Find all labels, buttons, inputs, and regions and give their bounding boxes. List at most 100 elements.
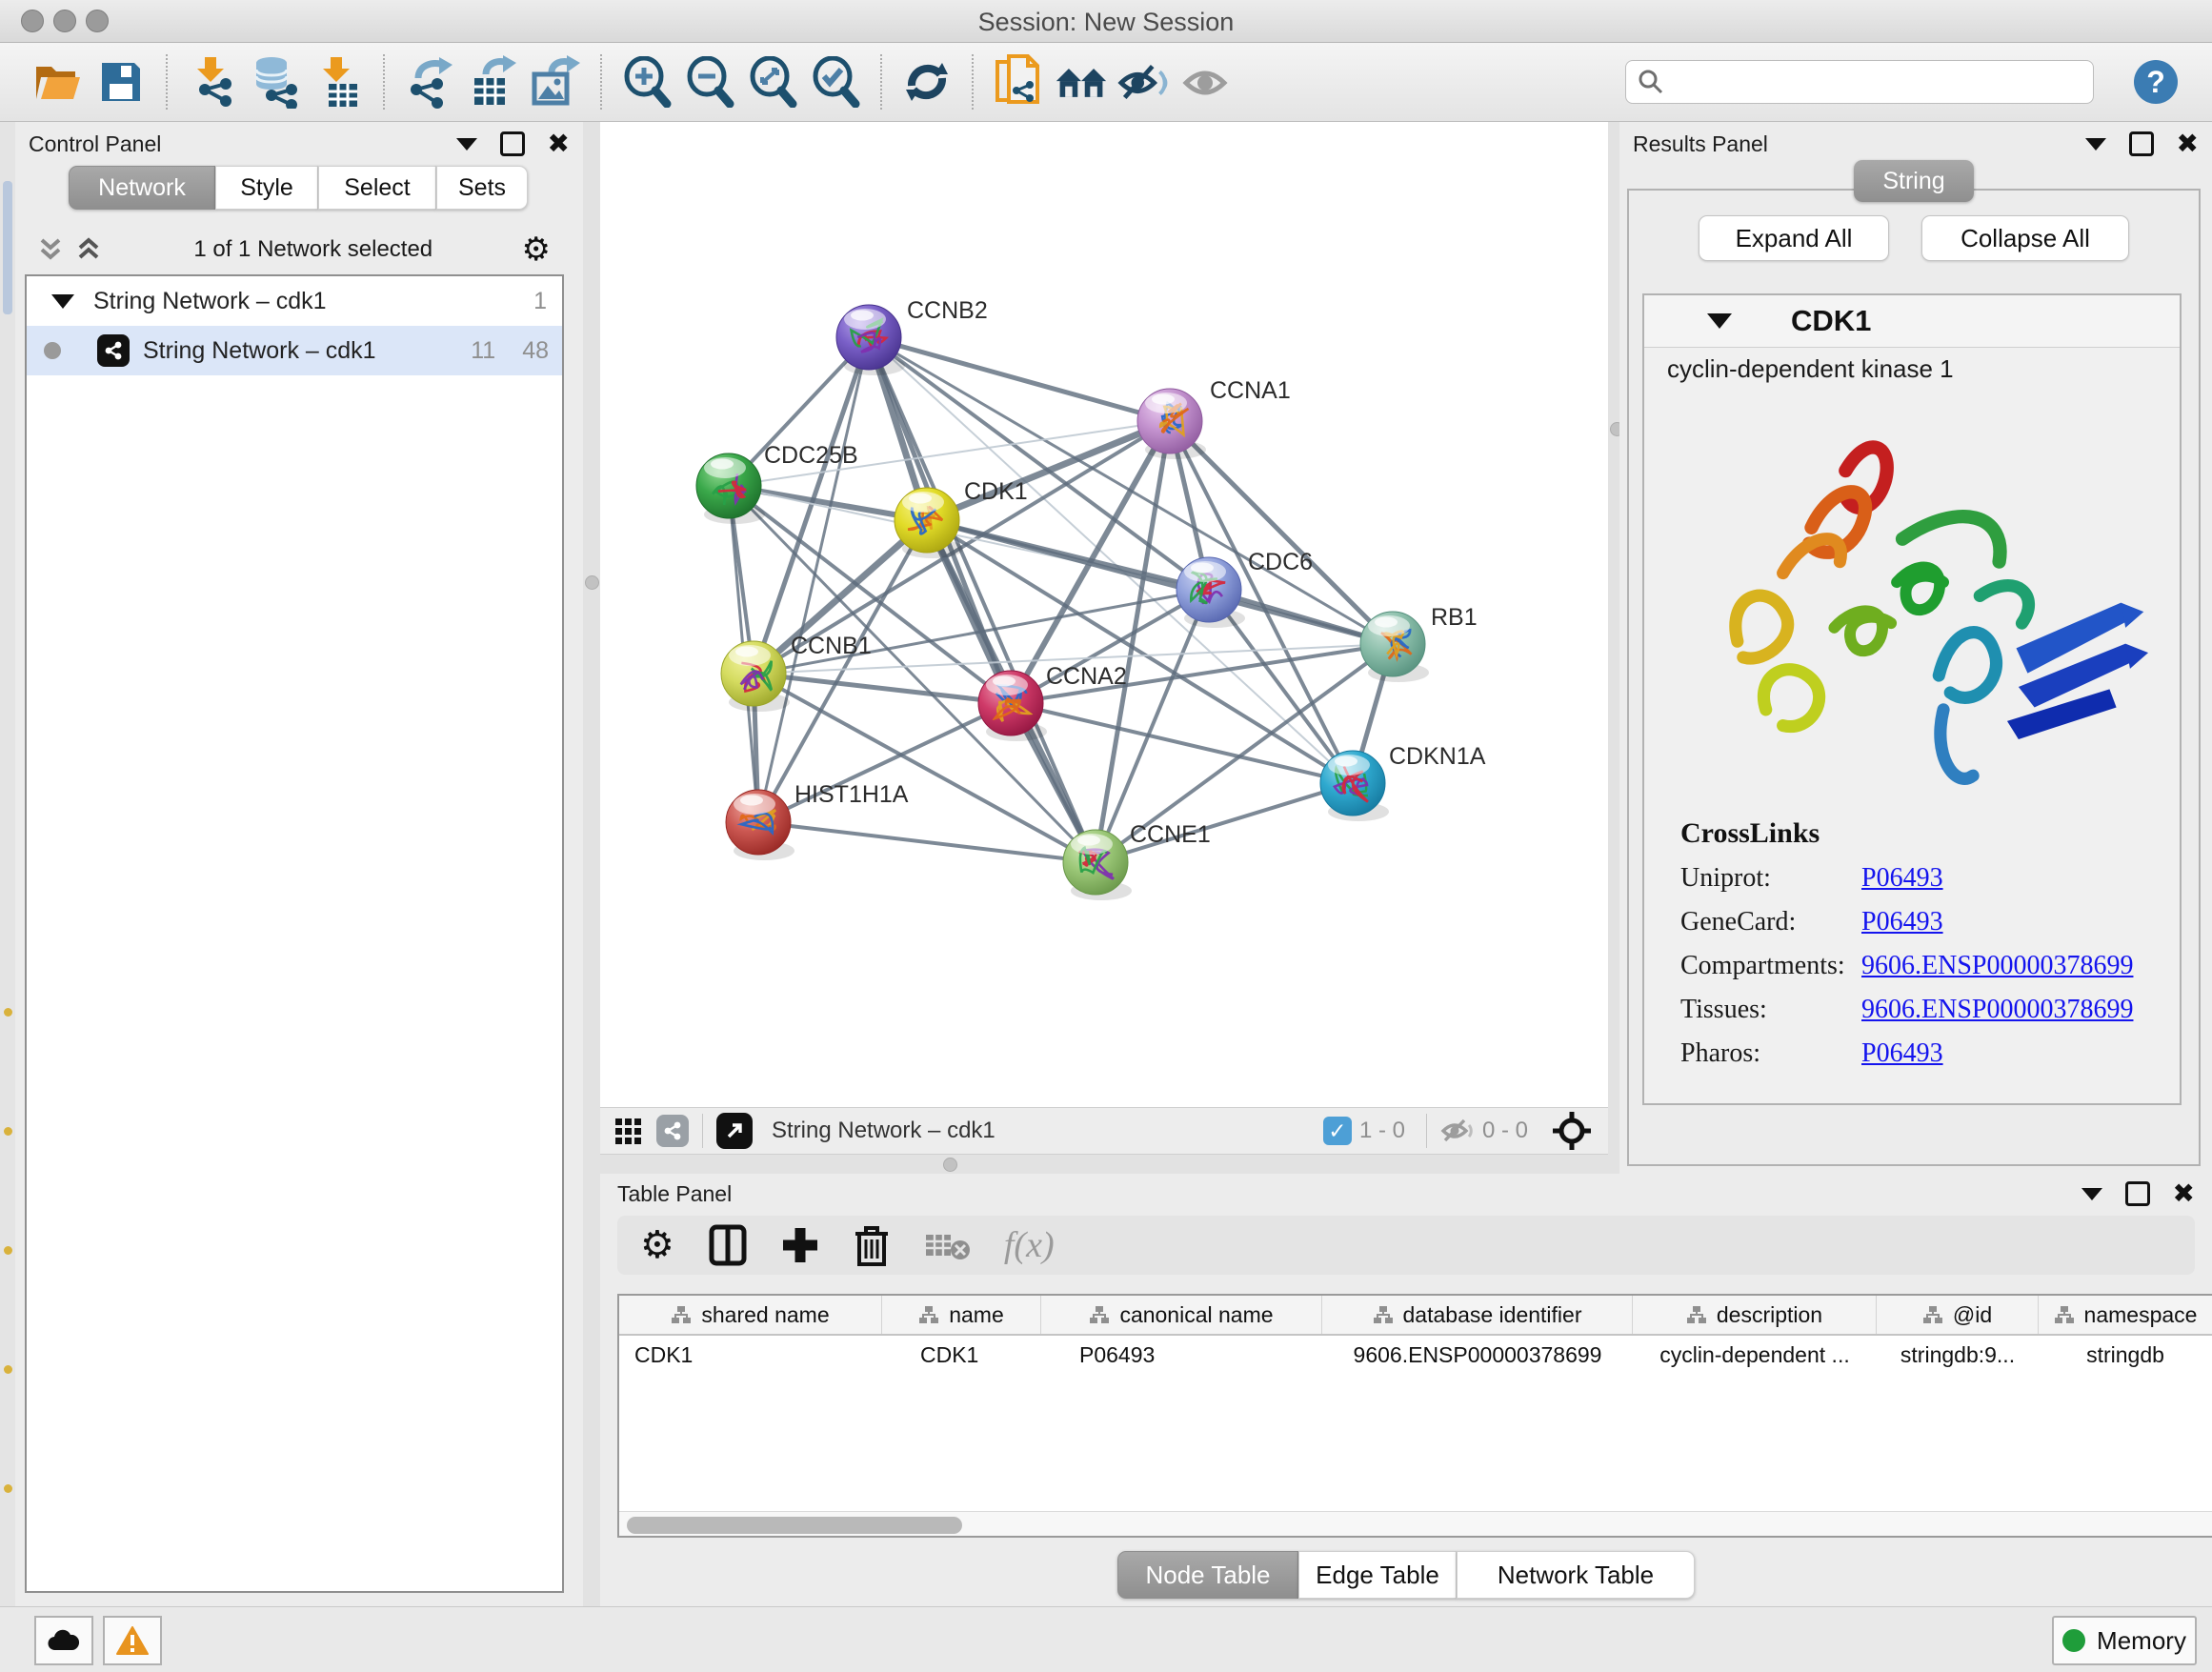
left-divider[interactable] (583, 122, 600, 1606)
cell-namespace[interactable]: stringdb (2039, 1342, 2212, 1368)
crosslink-link[interactable]: P06493 (1861, 907, 1943, 937)
help-button[interactable]: ? (2134, 60, 2178, 104)
birdseye-crosshair-icon[interactable] (1551, 1110, 1593, 1152)
crosslink-link[interactable]: 9606.ENSP00000378699 (1861, 995, 2133, 1025)
table-row[interactable]: CDK1 CDK1 P06493 9606.ENSP00000378699 cy… (619, 1336, 2212, 1374)
crosslink-link[interactable]: P06493 (1861, 863, 1943, 894)
tab-style[interactable]: Style (215, 166, 318, 210)
network-collection-row[interactable]: String Network – cdk1 1 (27, 276, 562, 326)
panel-menu-icon[interactable] (2081, 1188, 2102, 1200)
panel-float-icon[interactable] (2125, 1181, 2150, 1206)
first-neighbors-button[interactable] (1055, 55, 1108, 109)
cell-canonical-name[interactable]: P06493 (1041, 1342, 1322, 1368)
add-column-icon[interactable] (781, 1226, 819, 1264)
grid-view-icon[interactable] (615, 1118, 641, 1144)
search-box[interactable] (1625, 60, 2094, 104)
tab-string[interactable]: String (1854, 160, 1974, 202)
protein-node-hist1h1a[interactable]: HIST1H1A (726, 781, 909, 855)
memory-button[interactable]: Memory (2052, 1616, 2197, 1665)
zoom-fit-button[interactable] (746, 55, 799, 109)
protein-node-cdkn1a[interactable]: CDKN1A (1320, 743, 1486, 816)
tab-select[interactable]: Select (318, 166, 436, 210)
collection-expand-icon[interactable] (51, 294, 74, 309)
cell-database-identifier[interactable]: 9606.ENSP00000378699 (1322, 1342, 1633, 1368)
panel-close-icon[interactable]: ✖ (548, 134, 570, 153)
search-input[interactable] (1674, 68, 2081, 96)
scrollbar-thumb[interactable] (627, 1517, 962, 1534)
column-header[interactable]: database identifier (1322, 1296, 1633, 1334)
column-header[interactable]: @id (1877, 1296, 2039, 1334)
save-session-button[interactable] (94, 55, 148, 109)
open-session-button[interactable] (31, 55, 85, 109)
cloud-button[interactable] (34, 1616, 93, 1665)
show-columns-icon[interactable] (709, 1224, 747, 1266)
network-graph[interactable]: CCNB2CCNA1CDC25BCDK1CDC6RB1CCNB1CCNA2CDK… (600, 122, 1608, 1107)
zoom-out-button[interactable] (683, 55, 736, 109)
network-row[interactable]: String Network – cdk1 11 48 (27, 326, 562, 375)
panel-close-icon[interactable]: ✖ (2173, 1184, 2195, 1203)
zoom-in-button[interactable] (620, 55, 674, 109)
panel-close-icon[interactable]: ✖ (2177, 134, 2199, 153)
import-network-database-button[interactable] (249, 55, 302, 109)
import-table-button[interactable] (312, 55, 365, 109)
new-network-from-selection-button[interactable] (992, 55, 1045, 109)
protein-node-ccne1[interactable]: CCNE1 (1063, 821, 1211, 895)
expand-all-button[interactable]: Expand All (1699, 215, 1889, 261)
protein-node-ccnb2[interactable]: CCNB2 (836, 297, 988, 370)
collapse-entry-icon[interactable] (1707, 313, 1732, 329)
network-view-title: String Network – cdk1 (772, 1118, 995, 1144)
column-header[interactable]: shared name (619, 1296, 882, 1334)
cell-description[interactable]: cyclin-dependent ... (1633, 1342, 1877, 1368)
export-image-icon (531, 55, 580, 109)
zoom-selected-button[interactable] (809, 55, 862, 109)
column-header[interactable]: name (882, 1296, 1041, 1334)
expand-all-icon[interactable] (72, 236, 105, 263)
cell-name[interactable]: CDK1 (882, 1342, 1041, 1368)
panel-float-icon[interactable] (2129, 131, 2154, 156)
tab-edge-table[interactable]: Edge Table (1298, 1551, 1457, 1599)
network-options-gear-icon[interactable]: ⚙ (522, 233, 551, 266)
export-network-button[interactable] (403, 55, 456, 109)
crosslink-label: Compartments: (1680, 951, 1861, 981)
protein-node-ccna1[interactable]: CCNA1 (1137, 377, 1291, 453)
node-result-header[interactable]: CDK1 (1644, 295, 2180, 348)
collapse-all-icon[interactable] (34, 236, 67, 263)
apply-layout-button[interactable] (900, 55, 954, 109)
export-table-button[interactable] (466, 55, 519, 109)
column-header[interactable]: description (1633, 1296, 1877, 1334)
delete-column-icon[interactable] (854, 1224, 890, 1266)
divider-grip[interactable] (943, 1158, 957, 1172)
network-selection-status: 1 of 1 Network selected (105, 236, 522, 263)
column-header[interactable]: canonical name (1041, 1296, 1322, 1334)
hidden-eye-icon[interactable] (1440, 1118, 1475, 1144)
tab-network[interactable]: Network (69, 166, 215, 210)
divider-grip[interactable] (585, 575, 599, 590)
panel-menu-icon[interactable] (2085, 138, 2106, 151)
detach-view-icon[interactable] (716, 1113, 753, 1149)
cell-shared-name[interactable]: CDK1 (619, 1342, 882, 1368)
warnings-button[interactable] (103, 1616, 162, 1665)
delete-table-icon[interactable] (924, 1229, 970, 1261)
cell-id[interactable]: stringdb:9... (1877, 1342, 2039, 1368)
tab-node-table[interactable]: Node Table (1117, 1551, 1298, 1599)
tab-sets[interactable]: Sets (436, 166, 528, 210)
table-panel-title: Table Panel (617, 1181, 732, 1207)
show-all-button[interactable] (1180, 55, 1234, 109)
panel-float-icon[interactable] (500, 131, 525, 156)
collapse-all-button[interactable]: Collapse All (1921, 215, 2129, 261)
hide-selected-button[interactable] (1117, 55, 1171, 109)
node-label: CDK1 (964, 478, 1028, 505)
network-canvas[interactable]: CCNB2CCNA1CDC25BCDK1CDC6RB1CCNB1CCNA2CDK… (600, 122, 1608, 1107)
table-horizontal-scrollbar[interactable] (619, 1511, 2212, 1538)
crosslink-link[interactable]: P06493 (1861, 1038, 1943, 1069)
crosslink-link[interactable]: 9606.ENSP00000378699 (1861, 951, 2133, 981)
tab-network-table[interactable]: Network Table (1457, 1551, 1695, 1599)
network-view-icon[interactable] (656, 1115, 689, 1147)
function-builder-icon[interactable]: f(x) (1004, 1224, 1055, 1266)
export-image-button[interactable] (529, 55, 582, 109)
selected-checkbox-icon[interactable]: ✓ (1323, 1117, 1352, 1145)
panel-menu-icon[interactable] (456, 138, 477, 151)
table-options-gear-icon[interactable]: ⚙ (640, 1229, 674, 1261)
column-header[interactable]: namespace (2039, 1296, 2212, 1334)
import-network-file-button[interactable] (186, 55, 239, 109)
